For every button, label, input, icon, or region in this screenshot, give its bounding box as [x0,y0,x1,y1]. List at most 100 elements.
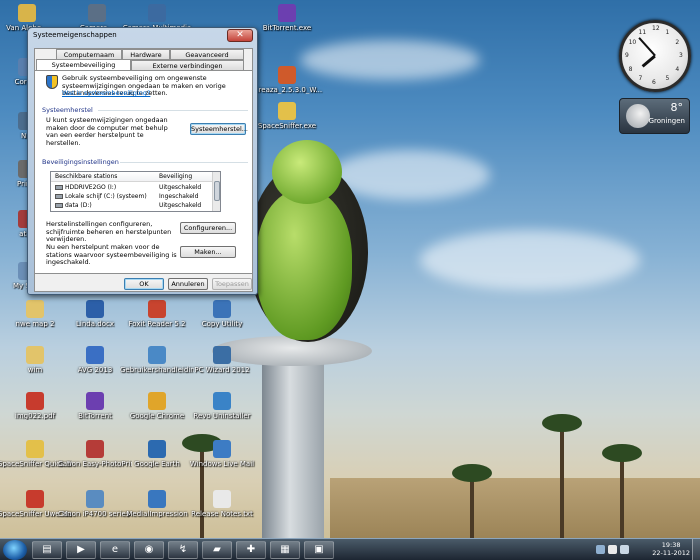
turtle-head [272,140,342,204]
desktop-icon-label: Google Chrome [129,412,185,420]
drives-list-header: Beschikbare stations Beveiliging [51,172,212,182]
spacesniffer-icon [278,102,296,120]
divider [120,162,248,163]
desktop-icon[interactable]: PC Wizard 2012 [185,346,259,374]
network-icon[interactable] [596,545,605,554]
desktop-icon-label: Google Earth [134,460,180,468]
taskbar-time: 19:38 [661,541,681,549]
desktop-icon-label: PC Wizard 2012 [194,366,250,374]
scrollbar-thumb[interactable] [214,181,220,201]
dialog-title: Systeemeigenschappen [33,31,117,39]
moon-icon [626,104,650,128]
bittorrent-icon[interactable]: ↯ [168,541,198,559]
desktop-icon[interactable]: Windows Live Mail [185,440,259,468]
desktop-icon[interactable]: MedialImpression [120,490,194,518]
table-row[interactable]: Lokale schijf (C:) (systeem) Ingeschakel… [53,192,210,201]
protection-settings-heading: Beveiligingsinstellingen [42,158,119,166]
desktop-icon[interactable]: SpaceSniffer.exe [250,102,324,130]
taskbar-clock[interactable]: 19:38 22-11-2012 [652,541,690,557]
system-tray: 19:38 22-11-2012 [590,539,700,560]
clock-numeral: 4 [675,65,680,73]
close-button[interactable]: ✕ [227,29,253,42]
control-panel-icon[interactable]: ▦ [270,541,300,559]
system-properties-dialog: Systeemeigenschappen ✕ Computernaam Hard… [27,27,258,295]
word-document-icon [86,300,104,318]
mail-icon [213,440,231,458]
media-icon [148,490,166,508]
desktop-icon[interactable]: Copy Utility [185,300,259,328]
spacesniffer-icon[interactable]: ✚ [236,541,266,559]
drive-icon [55,203,63,208]
taskbar: ▤ ▶ e ◉ ↯ ▰ ✚ ▦ ▣ 19:38 22-11-2012 [0,538,700,560]
desktop-icon[interactable]: Gebruikershandleiding voor Canon iP4700 … [120,346,194,374]
palm-tree [602,444,642,538]
desktop-icon-label: Copy Utility [201,320,243,328]
desktop-icon-label: BitTorrent.exe [262,24,312,32]
clock-numeral: 7 [638,75,643,83]
drives-list[interactable]: Beschikbare stations Beveiliging HDDRIVE… [50,171,221,212]
table-row[interactable]: data (D:) Uitgeschakeld [53,201,210,210]
drive-icon [55,185,63,190]
column-header-drives[interactable]: Beschikbare stations [55,173,117,180]
camera-icon [148,4,166,22]
clock-numeral: 11 [638,28,647,36]
clock-numeral: 9 [625,52,629,59]
cloud [330,150,490,200]
clock-numeral: 2 [675,38,680,46]
camera-icon [88,4,106,22]
media-player-icon[interactable]: ▶ [66,541,96,559]
system-restore-button[interactable]: Systeemherstel... [190,123,248,135]
configure-button[interactable]: Configureren... [180,222,236,234]
desktop-icon[interactable]: Revo Uninstaller [185,392,259,420]
explorer-icon[interactable]: ▤ [32,541,62,559]
clock-gadget[interactable]: 12 1 2 3 4 5 6 7 8 9 10 11 [619,20,691,92]
desktop-icon[interactable]: Google Chrome [120,392,194,420]
desktop-icon[interactable]: ...reaza_2.5.3.0_W... [250,66,324,94]
folder-icon [26,346,44,364]
chrome-icon[interactable]: ◉ [134,541,164,559]
column-header-protection[interactable]: Beveiliging [159,173,192,180]
flag-icon[interactable] [608,545,617,554]
volume-icon[interactable] [620,545,629,554]
desktop-icon[interactable]: Google Earth [120,440,194,468]
clock-minute-hand [638,37,656,57]
table-row[interactable]: HDDRIVE2GO (I:) Uitgeschakeld [53,183,210,192]
desktop-icon[interactable]: BitTorrent.exe [250,4,324,32]
drive-name: data (D:) [65,202,92,209]
clock-numeral: 12 [652,25,660,32]
desktop-icon-label: ...reaza_2.5.3.0_W... [251,86,323,94]
start-button[interactable] [3,540,27,560]
ok-button[interactable]: OK [124,278,164,290]
cloud [300,40,480,80]
system-properties-icon[interactable]: ▣ [304,541,334,559]
desktop-icon[interactable]: Foxit Reader 5.2 [120,300,194,328]
what-is-system-protection-link[interactable]: Wat is systeembeveiliging? [62,89,150,98]
google-earth-icon [148,440,166,458]
canon-photoprint-icon [86,440,104,458]
apply-button[interactable]: Toepassen [212,278,252,290]
taskbar-date: 22-11-2012 [652,549,690,557]
weather-temperature: 8° [670,101,684,114]
internet-explorer-icon[interactable]: e [100,541,130,559]
foxit-icon[interactable]: ▰ [202,541,232,559]
weather-city: Groningen [648,117,685,125]
installer-icon [278,66,296,84]
cancel-button[interactable]: Annuleren [168,278,208,290]
clock-hour-hand [641,55,656,68]
show-desktop-button[interactable] [692,539,700,560]
drive-icon [55,194,63,199]
desktop-icon-label: MedialImpression [126,510,188,518]
manual-icon [86,490,104,508]
create-button[interactable]: Maken... [180,246,236,258]
tab-geavanceerd[interactable]: Geavanceerd [170,49,244,60]
drives-list-scrollbar[interactable] [212,172,220,211]
drive-protection: Ingeschakeld [159,193,199,200]
desktop-icon[interactable]: Release Notes.txt [185,490,259,518]
bittorrent-icon [278,4,296,22]
weather-gadget[interactable]: 8° Groningen [619,98,690,134]
system-restore-text: U kunt systeemwijzigingen ongedaan maken… [46,116,168,147]
text-file-icon [213,490,231,508]
desktop-icon-label: SpaceSniffer.exe [257,122,317,130]
copy-utility-icon [213,300,231,318]
pdf-file-icon [26,392,44,410]
